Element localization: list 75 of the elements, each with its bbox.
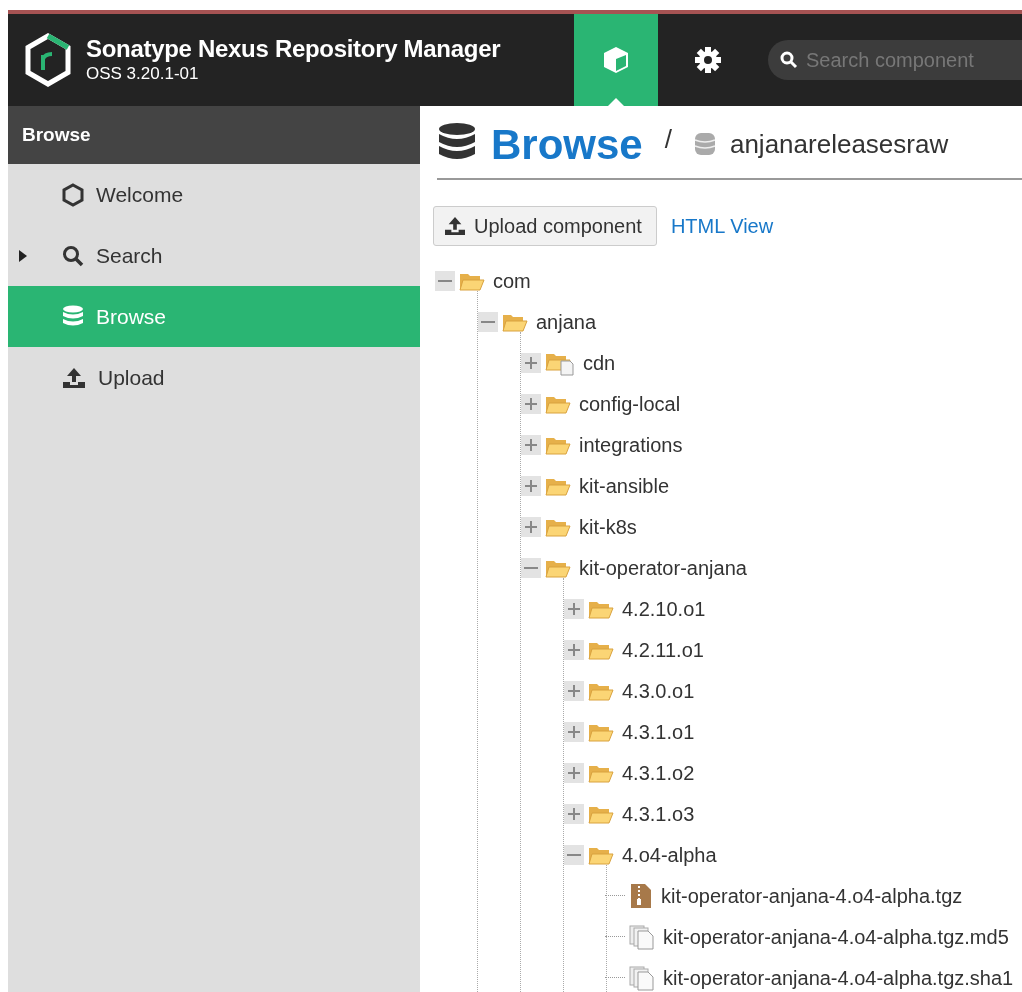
- minus-icon: [438, 279, 452, 282]
- sidebar-item[interactable]: Upload: [8, 347, 420, 408]
- file-copies-icon: [629, 923, 655, 950]
- expand-toggle[interactable]: [521, 393, 541, 414]
- search-icon: [780, 51, 798, 69]
- repository-name: anjanareleasesraw: [729, 127, 949, 161]
- page-title: Browse: [491, 119, 643, 170]
- tree-node-label[interactable]: kit-ansible: [579, 470, 670, 501]
- collapse-toggle[interactable]: [435, 270, 455, 291]
- archive-icon: [629, 882, 653, 909]
- tree-node-label[interactable]: anjana: [536, 306, 597, 337]
- upload-component-button[interactable]: Upload component: [433, 206, 657, 246]
- cube-icon: [601, 45, 631, 75]
- upload-icon: [444, 216, 466, 236]
- breadcrumb-separator: /: [664, 122, 672, 156]
- plus-icon: [567, 601, 581, 616]
- tree-node-label[interactable]: kit-operator-anjana-4.o4-alpha.tgz.sha1: [663, 962, 1014, 992]
- tree-node-label[interactable]: 4.o4-alpha: [622, 839, 717, 870]
- plus-icon: [524, 396, 538, 411]
- expand-toggle[interactable]: [521, 352, 541, 373]
- expand-toggle[interactable]: [521, 475, 541, 496]
- tree-node-label[interactable]: 4.2.11.o1: [622, 634, 704, 665]
- plus-icon: [524, 355, 538, 370]
- browse-mode-button[interactable]: [574, 14, 658, 106]
- version-label: OSS 3.20.1-01: [86, 63, 200, 86]
- app-title: Sonatype Nexus Repository Manager: [86, 34, 501, 64]
- plus-icon: [524, 519, 538, 534]
- pointer-notch: [608, 98, 624, 106]
- tree-node-label[interactable]: com: [493, 265, 531, 296]
- plus-icon: [567, 806, 581, 821]
- plus-icon: [567, 724, 581, 739]
- expand-toggle[interactable]: [564, 803, 584, 824]
- expand-toggle[interactable]: [564, 762, 584, 783]
- collapse-toggle[interactable]: [521, 557, 541, 578]
- plus-icon: [524, 478, 538, 493]
- expand-toggle[interactable]: [564, 639, 584, 660]
- tree-node-label[interactable]: cdn: [583, 347, 616, 378]
- tree-node-label[interactable]: integrations: [579, 429, 683, 460]
- tree-node-label[interactable]: 4.3.1.o3: [622, 798, 695, 829]
- file-copies-icon: [629, 964, 655, 991]
- plus-icon: [567, 765, 581, 780]
- sidebar-title: Browse: [8, 106, 420, 164]
- expand-toggle[interactable]: [564, 721, 584, 742]
- database-icon: [693, 131, 716, 157]
- html-view-link[interactable]: HTML View: [670, 211, 774, 241]
- plus-icon: [524, 437, 538, 452]
- hexagon-logo-icon: [24, 33, 72, 87]
- tree-node-label[interactable]: kit-operator-anjana-4.o4-alpha.tgz.md5: [663, 921, 1009, 952]
- tree-node-label[interactable]: config-local: [579, 388, 681, 419]
- tree-node-label[interactable]: 4.3.0.o1: [622, 675, 695, 706]
- tree-node-label[interactable]: 4.2.10.o1: [622, 593, 706, 624]
- expand-caret-icon[interactable]: [18, 248, 28, 263]
- tree-node-label[interactable]: 4.3.1.o2: [622, 757, 695, 788]
- collapse-toggle[interactable]: [564, 844, 584, 865]
- minus-icon: [481, 320, 495, 323]
- plus-icon: [567, 642, 581, 657]
- tree-node-label[interactable]: 4.3.1.o1: [622, 716, 695, 747]
- plus-icon: [567, 683, 581, 698]
- sidebar-item[interactable]: Welcome: [8, 164, 420, 225]
- minus-icon: [567, 853, 581, 856]
- gear-icon: [693, 45, 723, 75]
- hexagon-icon: [62, 182, 84, 207]
- expand-toggle[interactable]: [564, 680, 584, 701]
- expand-toggle[interactable]: [521, 434, 541, 455]
- search-icon: [62, 244, 84, 267]
- collapse-toggle[interactable]: [478, 311, 498, 332]
- upload-icon: [62, 366, 86, 389]
- tree-node-label[interactable]: kit-k8s: [579, 511, 637, 542]
- tree-node-label[interactable]: kit-operator-anjana: [579, 552, 747, 583]
- search-field[interactable]: Search component: [768, 40, 1022, 80]
- tree-node-label[interactable]: kit-operator-anjana-4.o4-alpha.tgz: [661, 880, 963, 911]
- minus-icon: [524, 566, 538, 569]
- sidebar-item[interactable]: Search: [8, 225, 420, 286]
- expand-toggle[interactable]: [521, 516, 541, 537]
- expand-toggle[interactable]: [564, 598, 584, 619]
